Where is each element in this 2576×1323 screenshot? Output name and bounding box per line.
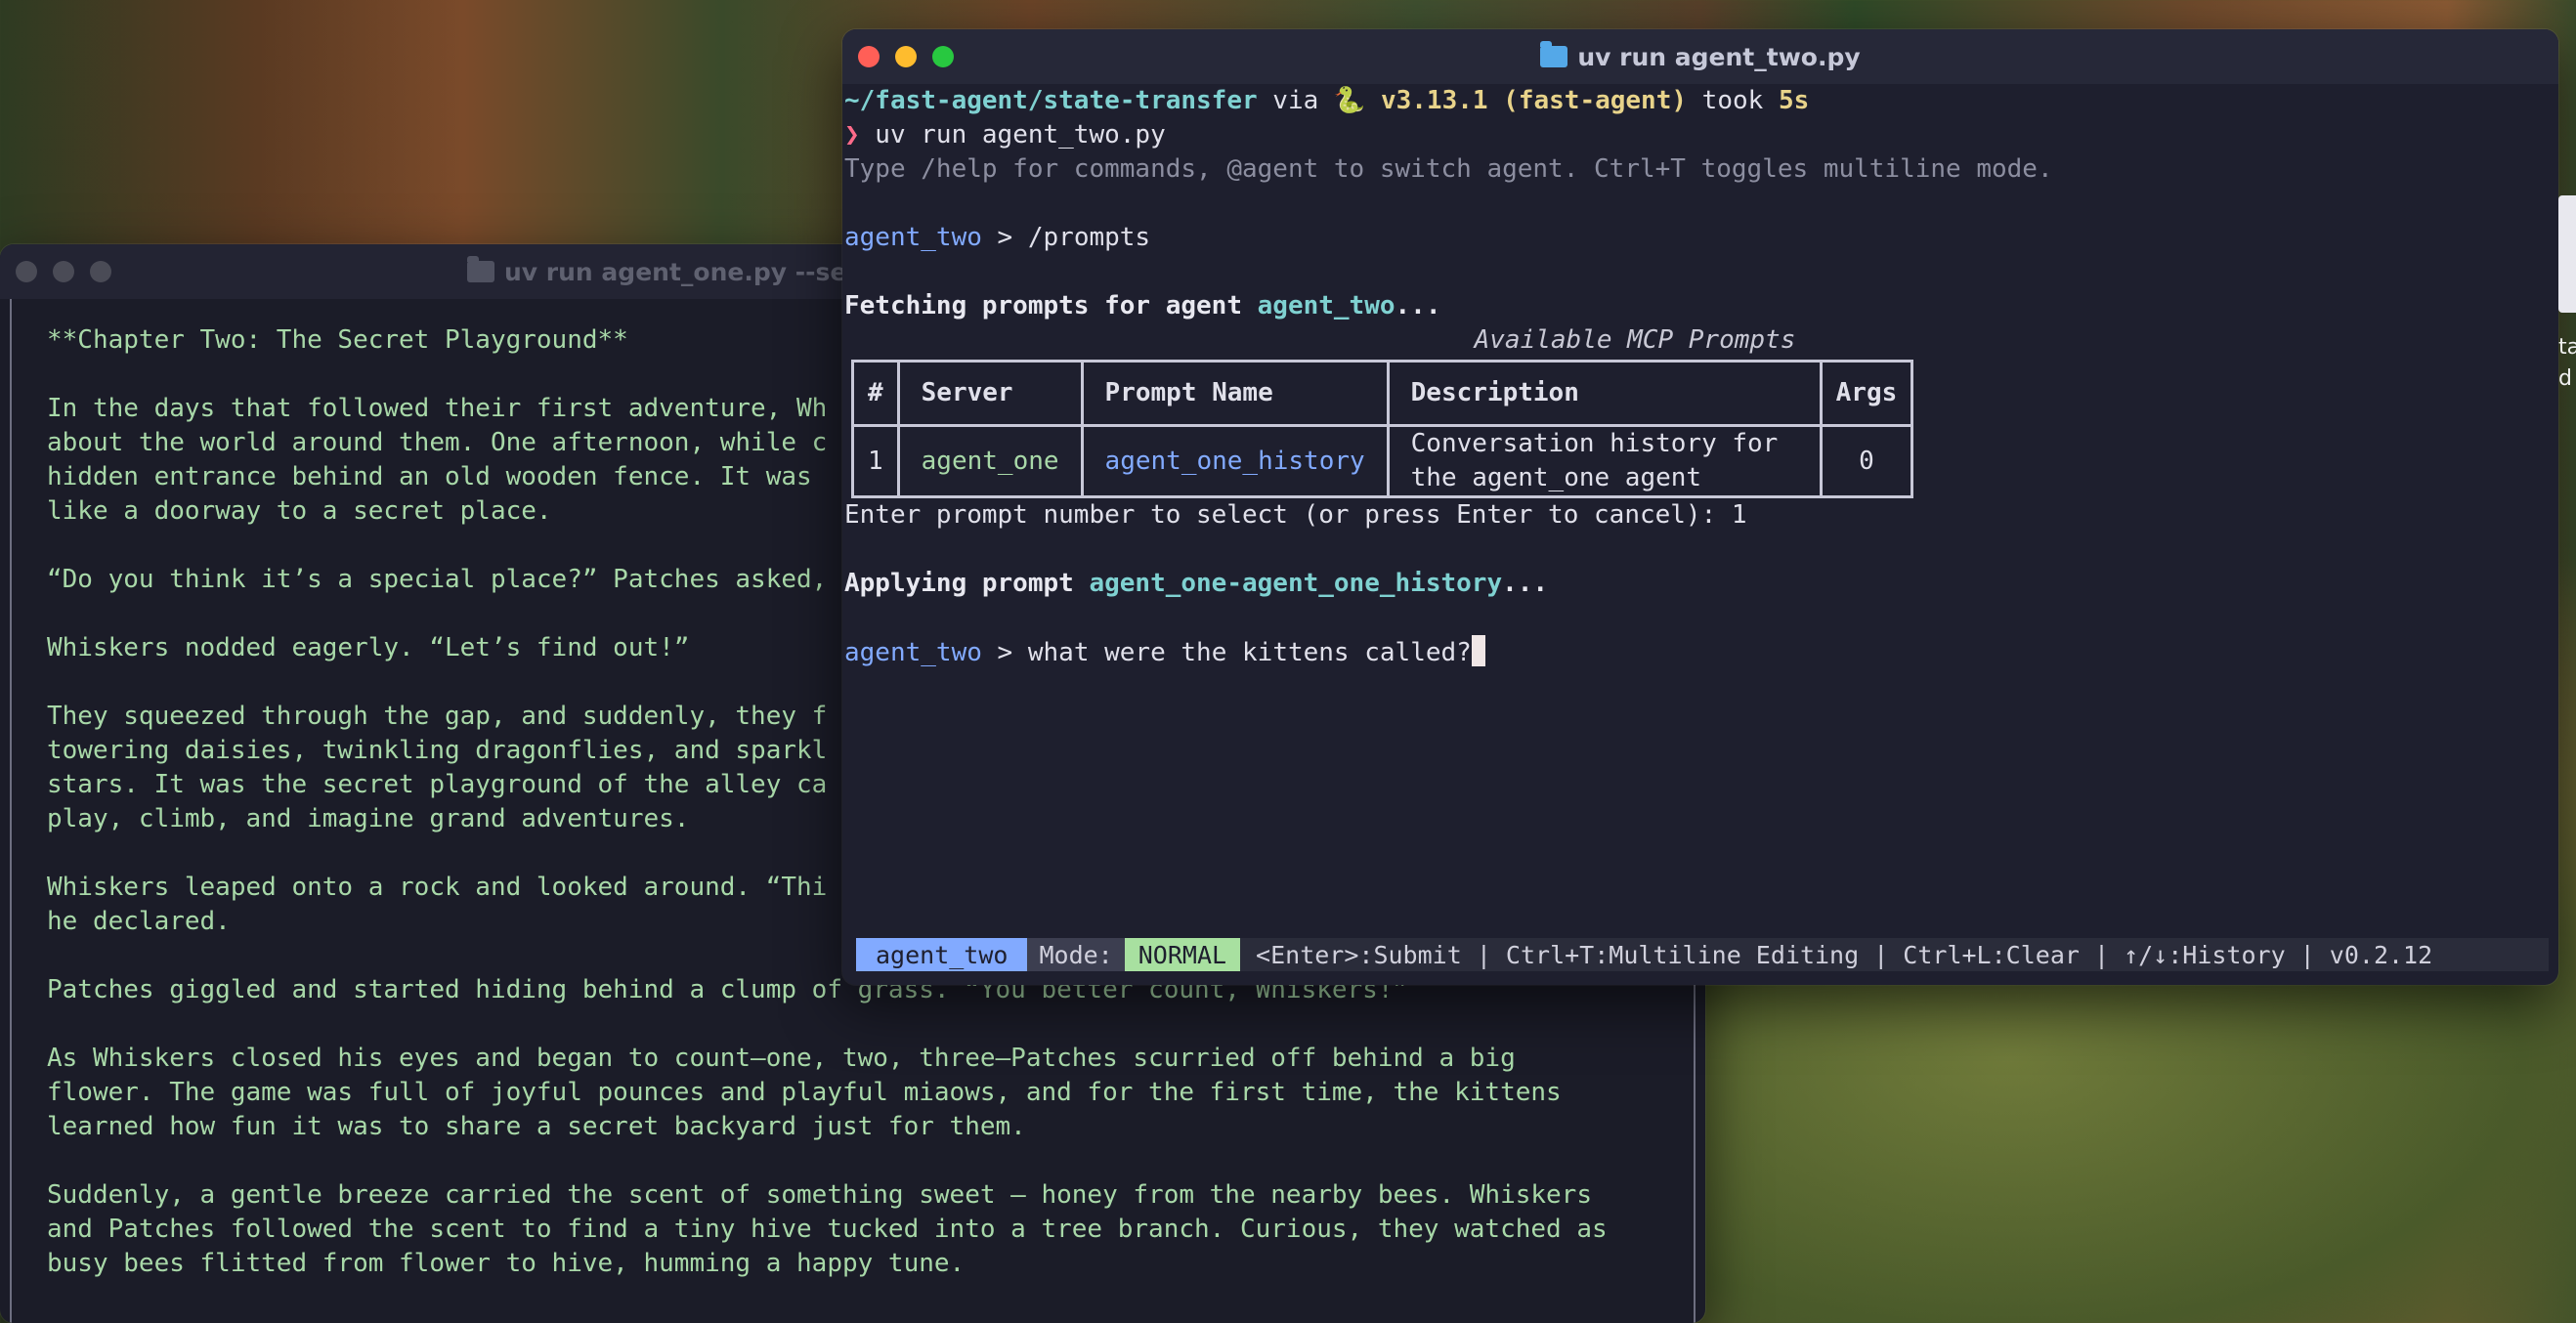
agent-name: agent_two bbox=[844, 638, 982, 667]
agent-name: agent_two bbox=[844, 223, 982, 252]
prompt-separator: > bbox=[981, 638, 1028, 667]
user-input-line: agent_two > /prompts bbox=[844, 221, 2558, 255]
fetching-agent: agent_two bbox=[1257, 291, 1395, 320]
folder-icon bbox=[467, 256, 494, 282]
select-line: Enter prompt number to select (or press … bbox=[844, 500, 1747, 530]
help-line: Type /help for commands, @agent to switc… bbox=[844, 154, 2053, 184]
traffic-lights bbox=[16, 244, 111, 299]
column-header: Description bbox=[1386, 360, 1823, 427]
python-icon: 🐍 bbox=[1333, 86, 1366, 115]
zoom-button[interactable] bbox=[932, 46, 954, 67]
prompt-chevron-icon: ❯ bbox=[844, 120, 860, 149]
via-text: via bbox=[1257, 86, 1334, 115]
text-cursor bbox=[1471, 635, 1485, 666]
status-agent-badge: agent_two bbox=[856, 938, 1028, 971]
story-paragraph: Suddenly, a gentle breeze carried the sc… bbox=[47, 1180, 1608, 1278]
cell-args: 0 bbox=[1819, 424, 1914, 498]
input-text: /prompts bbox=[1027, 223, 1151, 252]
traffic-lights bbox=[858, 29, 954, 84]
fetching-line: Fetching prompts for agent agent_two... bbox=[844, 289, 2558, 323]
minimize-button[interactable] bbox=[895, 46, 917, 67]
offscreen-window-text: ta d bbox=[2558, 332, 2576, 395]
prompt-separator: > bbox=[981, 223, 1028, 252]
agent-two-terminal-window[interactable]: uv run agent_two.py ~/fast-agent/state-t… bbox=[842, 29, 2558, 985]
cell-prompt-name: agent_one_history bbox=[1080, 424, 1390, 498]
python-version: v3.13.1 (fast-agent) bbox=[1365, 86, 1688, 115]
story-paragraph: As Whiskers closed his eyes and began to… bbox=[47, 1044, 1562, 1141]
column-header: Args bbox=[1819, 360, 1914, 427]
edge-text-line: d bbox=[2558, 366, 2572, 391]
title-bar[interactable]: uv run agent_two.py bbox=[842, 29, 2558, 84]
edge-text-line: ta bbox=[2558, 335, 2576, 360]
status-bar: agent_two Mode: NORMAL <Enter>:Submit | … bbox=[856, 938, 2549, 971]
cell-description: Conversation history for the agent_one a… bbox=[1386, 424, 1823, 498]
close-button[interactable] bbox=[858, 46, 880, 67]
applying-prefix: Applying prompt bbox=[844, 569, 1090, 598]
fetching-prefix: Fetching prompts for agent bbox=[844, 291, 1258, 320]
column-header: # bbox=[851, 360, 900, 427]
window-title: uv run agent_one.py --ser bbox=[467, 244, 859, 299]
cwd-path: ~/fast-agent/state-transfer bbox=[844, 86, 1258, 115]
status-hints: <Enter>:Submit | Ctrl+T:Multiline Editin… bbox=[1256, 940, 2433, 969]
window-title: uv run agent_two.py bbox=[1540, 41, 1861, 71]
status-mode-badge: NORMAL bbox=[1124, 938, 1241, 971]
table-row: 1 agent_one agent_one_history Conversati… bbox=[851, 424, 1914, 498]
minimize-button[interactable] bbox=[53, 261, 74, 282]
table-title: Available MCP Prompts bbox=[1474, 325, 1796, 355]
command-line: ❯ uv run agent_two.py bbox=[844, 118, 2558, 152]
duration: 5s bbox=[1778, 86, 1810, 115]
window-title-text: uv run agent_one.py --ser bbox=[504, 257, 859, 286]
applying-name: agent_one-agent_one_history bbox=[1089, 569, 1503, 598]
took-text: took bbox=[1687, 86, 1779, 115]
window-title-text: uv run agent_two.py bbox=[1577, 42, 1861, 71]
prompts-table: # Server Prompt Name Description Args 1 … bbox=[851, 360, 1914, 498]
offscreen-window-edge bbox=[2558, 195, 2576, 313]
applying-line: Applying prompt agent_one-agent_one_hist… bbox=[844, 567, 2558, 601]
close-button[interactable] bbox=[16, 261, 37, 282]
status-mode-label: Mode: bbox=[1027, 938, 1125, 971]
cell-number: 1 bbox=[851, 424, 900, 498]
active-input-line[interactable]: agent_two > what were the kittens called… bbox=[844, 635, 2558, 669]
input-text[interactable]: what were the kittens called? bbox=[1028, 638, 1472, 667]
table-header-row: # Server Prompt Name Description Args bbox=[851, 360, 1914, 427]
fetching-suffix: ... bbox=[1395, 291, 1441, 320]
column-header: Prompt Name bbox=[1080, 360, 1390, 427]
command-text: uv run agent_two.py bbox=[859, 120, 1166, 149]
terminal-output[interactable]: ~/fast-agent/state-transfer via 🐍 v3.13.… bbox=[844, 84, 2558, 985]
folder-icon bbox=[1540, 41, 1568, 67]
zoom-button[interactable] bbox=[90, 261, 111, 282]
cell-server: agent_one bbox=[896, 424, 1084, 498]
applying-suffix: ... bbox=[1502, 569, 1549, 598]
column-header: Server bbox=[896, 360, 1084, 427]
shell-prompt-line: ~/fast-agent/state-transfer via 🐍 v3.13.… bbox=[844, 84, 2558, 118]
